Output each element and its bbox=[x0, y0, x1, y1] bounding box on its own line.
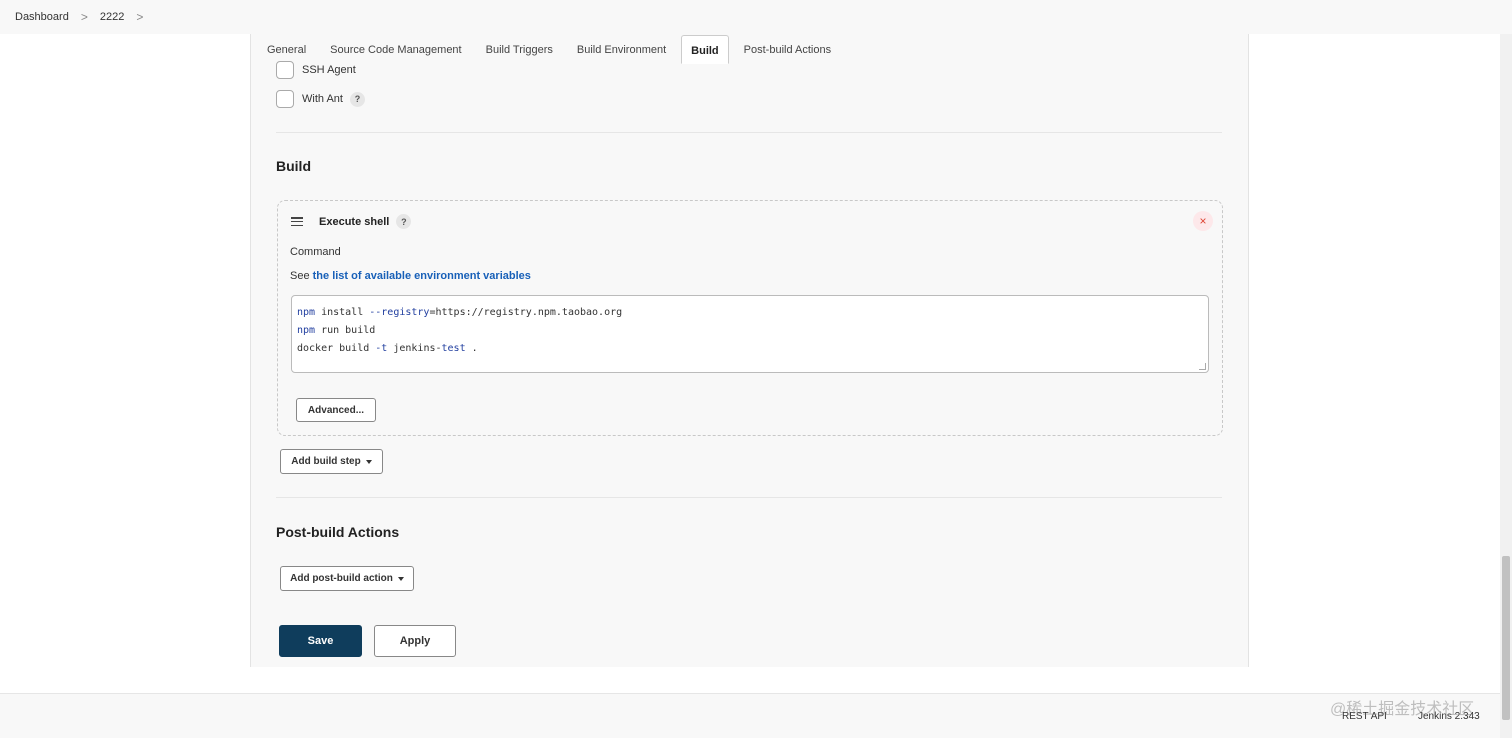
breadcrumb-chevron-icon[interactable]: > bbox=[81, 10, 88, 24]
tab-build[interactable]: Build bbox=[681, 35, 729, 64]
add-post-build-action-label: Add post-build action bbox=[290, 573, 393, 584]
section-divider bbox=[276, 132, 1222, 133]
code-line-2: npm run build bbox=[297, 325, 376, 336]
code-line-3: docker build -t jenkins-test . bbox=[297, 343, 478, 354]
tab-general[interactable]: General bbox=[258, 35, 315, 64]
dropdown-caret-icon bbox=[397, 576, 404, 581]
code-keyword: -t bbox=[375, 343, 388, 354]
option-with-ant: With Ant ? bbox=[276, 90, 365, 108]
env-vars-prefix: See bbox=[290, 270, 310, 282]
page-footer: REST API Jenkins 2.343 bbox=[0, 693, 1500, 738]
tab-build-triggers[interactable]: Build Triggers bbox=[477, 35, 562, 64]
breadcrumb-chevron-icon[interactable]: > bbox=[136, 10, 143, 24]
drag-handle-icon[interactable] bbox=[291, 217, 303, 226]
step-title: Execute shell bbox=[319, 215, 390, 228]
code-line-1: npm install --registry=https://registry.… bbox=[297, 307, 623, 318]
help-icon[interactable]: ? bbox=[396, 214, 412, 229]
ssh-agent-label: SSH Agent bbox=[302, 64, 356, 76]
with-ant-label: With Ant bbox=[302, 93, 343, 105]
command-textarea[interactable]: npm install --registry=https://registry.… bbox=[291, 295, 1209, 373]
with-ant-checkbox[interactable] bbox=[276, 90, 294, 108]
build-section-title: Build bbox=[276, 158, 311, 174]
tab-post-build-actions[interactable]: Post-build Actions bbox=[735, 35, 840, 64]
add-build-step-button[interactable]: Add build step bbox=[280, 449, 383, 474]
dropdown-caret-icon bbox=[365, 459, 372, 464]
section-divider bbox=[276, 497, 1222, 498]
env-vars-link[interactable]: the list of available environment variab… bbox=[313, 270, 531, 282]
save-button[interactable]: Save bbox=[279, 625, 362, 657]
tab-source-code-management[interactable]: Source Code Management bbox=[321, 35, 470, 64]
breadcrumb-job[interactable]: 2222 bbox=[100, 11, 124, 23]
advanced-button[interactable]: Advanced... bbox=[296, 398, 376, 422]
step-header: Execute shell ? bbox=[291, 214, 412, 229]
env-vars-line: See the list of available environment va… bbox=[290, 270, 531, 282]
help-icon[interactable]: ? bbox=[349, 91, 365, 107]
command-label: Command bbox=[290, 246, 341, 258]
post-build-section-title: Post-build Actions bbox=[276, 524, 400, 540]
add-build-step-label: Add build step bbox=[291, 456, 361, 467]
delete-step-close-icon[interactable]: × bbox=[1193, 211, 1213, 231]
breadcrumb: Dashboard > 2222 > bbox=[0, 0, 1512, 34]
option-ssh-agent: SSH Agent bbox=[276, 61, 356, 79]
watermark: @稀土掘金技术社区 bbox=[1330, 701, 1475, 718]
code-keyword: npm bbox=[297, 307, 316, 318]
tab-build-environment[interactable]: Build Environment bbox=[568, 35, 675, 64]
add-post-build-action-button[interactable]: Add post-build action bbox=[280, 566, 414, 591]
apply-button[interactable]: Apply bbox=[374, 625, 456, 657]
resize-grip-icon[interactable] bbox=[1199, 363, 1206, 370]
ssh-agent-checkbox[interactable] bbox=[276, 61, 294, 79]
scrollbar-thumb[interactable] bbox=[1502, 556, 1510, 720]
code-keyword: npm bbox=[297, 325, 316, 336]
breadcrumb-dashboard[interactable]: Dashboard bbox=[15, 11, 69, 23]
code-keyword: --registry bbox=[369, 307, 430, 318]
execute-shell-step: Execute shell ? × Command See the list o… bbox=[277, 200, 1223, 436]
code-keyword: test bbox=[441, 343, 466, 354]
